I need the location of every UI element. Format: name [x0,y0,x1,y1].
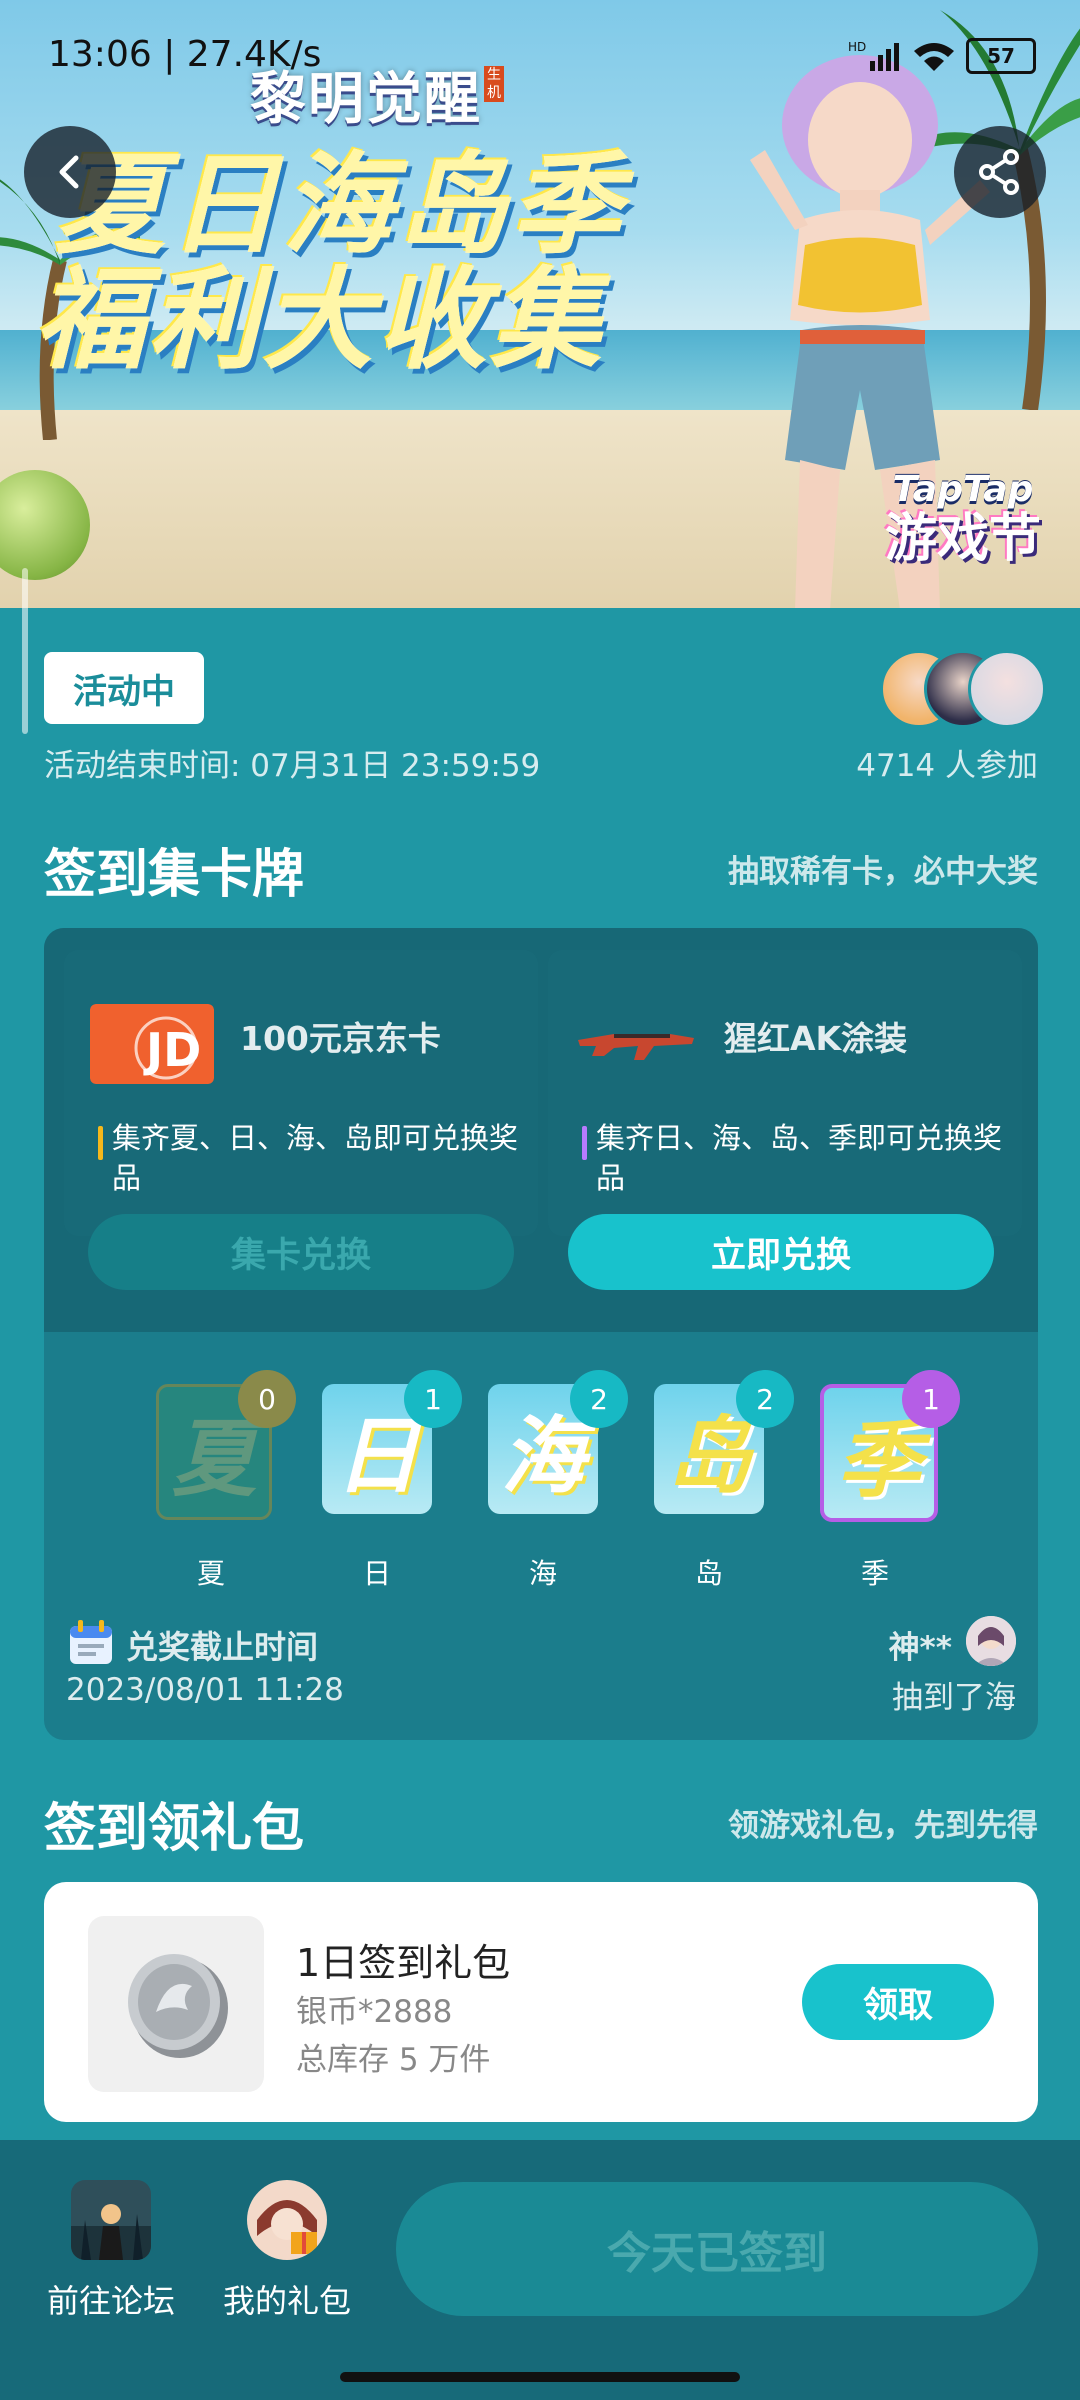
silver-coin-icon [128,1954,228,2058]
participant-avatars[interactable] [880,650,1046,730]
letter-card-ji[interactable]: 季 1 季 [820,1370,960,1590]
battery-level: 57 [987,44,1015,68]
letter-label: 岛 [694,1557,723,1590]
rifle-skin-icon [578,1034,694,1060]
avatar [966,1616,1016,1666]
collect-redeem-button[interactable]: 集卡兑换 [88,1214,514,1290]
avatar [968,650,1046,728]
bottom-action-bar: 前往论坛 我的礼包 今天已签到 [0,2140,1080,2400]
card-section-title: 签到集卡牌 [44,845,305,905]
forum-label: 前往论坛 [46,2282,175,2320]
event-banner: 黎明觉醒 生机 夏日海岛季 福利大收集 TapTap 游戏节 13:06 | 2… [0,0,1080,608]
letter-card-ri[interactable]: 日 1 日 [322,1370,462,1590]
gift-section-subtitle: 领游戏礼包，先到先得 [728,1808,1038,1844]
prize-card-jd: JD 100元京东卡 集齐夏、日、海、岛即可兑换奖品 [64,950,538,1236]
jd-card-icon: JD [90,1004,214,1084]
letter-label: 海 [528,1557,557,1590]
redeem-deadline-value: 2023/08/01 11:28 [66,1672,344,1708]
taptap-festival-logo: TapTap 游戏节 [878,469,1048,569]
status-badge: 活动中 [44,652,204,724]
letter-label: 夏 [196,1557,225,1590]
prize-name: 100元京东卡 [240,1019,441,1058]
gift-section-title: 签到领礼包 [44,1799,305,1859]
gift-image [88,1916,264,2092]
prize-description: 集齐日、海、岛、季即可兑换奖品 [582,1118,1006,1198]
gift-avatar-icon [247,2180,327,2260]
letter-label: 日 [362,1557,391,1590]
battery-icon: 57 [966,38,1036,74]
signed-in-today-button[interactable]: 今天已签到 [396,2182,1038,2316]
recent-draw-text: 抽到了海 [892,1680,1016,1716]
calendar-icon [70,1620,112,1664]
share-icon [979,149,1019,195]
headline-line-1: 夏日海岛季 [55,141,625,269]
gift-card: 1日签到礼包 银币*2888 总库存 5 万件 领取 [44,1882,1038,2122]
status-icons: HD 57 [848,38,1036,74]
forum-icon [71,2180,151,2260]
letter-label: 季 [860,1557,889,1590]
prize-description: 集齐夏、日、海、岛即可兑换奖品 [98,1118,522,1198]
share-button[interactable] [954,126,1046,218]
card-count-badge: 1 [404,1370,462,1428]
letter-card-xia[interactable]: 夏 0 夏 [156,1370,296,1590]
game-logo-tag: 生机 [484,66,504,102]
gift-title: 1日签到礼包 [296,1941,511,1985]
claim-button[interactable]: 领取 [802,1964,994,2040]
card-count-badge: 1 [902,1370,960,1428]
letter-card-hai[interactable]: 海 2 海 [488,1370,628,1590]
user-avatar-icon [966,1616,1016,1666]
back-button[interactable] [24,126,116,218]
prize-card-ak: 猩红AK涂装 集齐日、海、岛、季即可兑换奖品 [548,950,1022,1236]
letter-card-dao[interactable]: 岛 2 岛 [654,1370,794,1590]
status-time: 13:06 | 27.4K/s [48,34,322,75]
redeem-deadline-label: 兑奖截止时间 [126,1628,319,1666]
card-count-badge: 0 [238,1370,296,1428]
scroll-indicator [22,568,28,734]
activity-end-time: 活动结束时间: 07月31日 23:59:59 [44,748,541,784]
banner-headline: 夏日海岛季 福利大收集 [35,148,625,378]
redeem-now-button[interactable]: 立即兑换 [568,1214,994,1290]
wifi-icon [914,43,954,71]
home-indicator[interactable] [340,2372,740,2382]
card-section-subtitle[interactable]: 抽取稀有卡，必中大奖 [728,846,1038,891]
prize-name: 猩红AK涂装 [724,1019,908,1058]
svg-text:HD: HD [848,40,866,54]
my-gifts-label: 我的礼包 [222,2282,351,2320]
headline-line-2: 福利大收集 [35,256,605,384]
taptap-brand: TapTap [892,469,1034,510]
card-count-badge: 2 [570,1370,628,1428]
recent-drawer-name: 神** [888,1630,952,1666]
letter-cards: 夏 0 夏 日 1 日 海 2 海 岛 2 岛 季 1 季 [44,1370,1038,1590]
signal-icon: HD [848,40,899,71]
my-gifts-button[interactable]: 我的礼包 [212,2180,362,2322]
festival-name: 游戏节 [884,509,1041,569]
card-collection-panel: JD 100元京东卡 集齐夏、日、海、岛即可兑换奖品 猩红AK涂装 集齐日、海、… [44,928,1038,1740]
go-to-forum-button[interactable]: 前往论坛 [36,2180,186,2322]
gift-content: 银币*2888 [296,1994,453,2030]
gift-stock: 总库存 5 万件 [296,2042,491,2078]
participant-count: 4714 人参加 [856,748,1038,784]
chevron-left-icon [59,155,79,189]
card-count-badge: 2 [736,1370,794,1428]
